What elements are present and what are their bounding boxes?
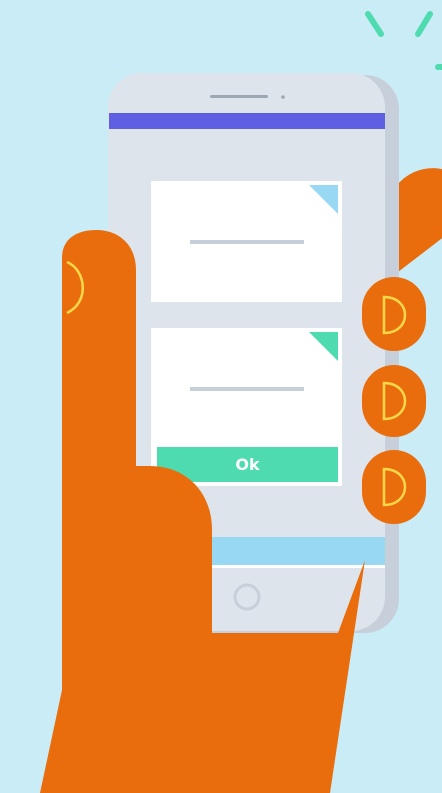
- finger-2: [362, 365, 426, 437]
- card-2-text-line: [190, 387, 304, 391]
- finger-3: [362, 450, 426, 524]
- finger-1: [362, 277, 426, 351]
- phone-camera: [281, 95, 285, 99]
- sparkle-lines-icon: [365, 11, 442, 70]
- illustration-stage: Ok: [0, 0, 442, 793]
- ok-button[interactable]: Ok: [157, 447, 338, 482]
- phone-speaker: [210, 95, 268, 98]
- phone-hand-illustration: [40, 11, 442, 793]
- card-1-text-line: [190, 240, 304, 244]
- thumb-tip-back: [398, 168, 442, 272]
- app-header-bar: [109, 113, 385, 129]
